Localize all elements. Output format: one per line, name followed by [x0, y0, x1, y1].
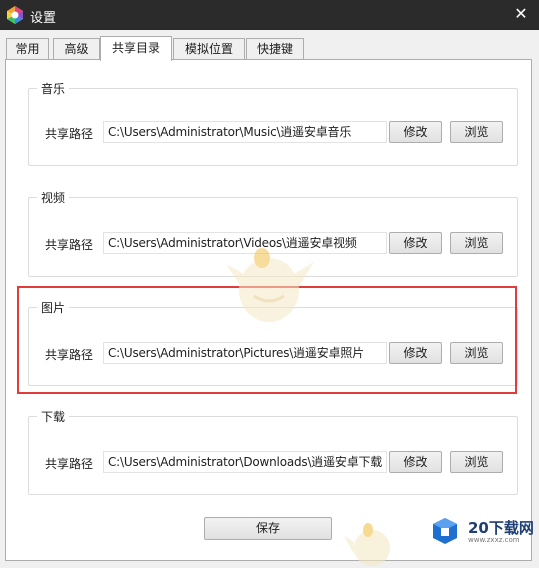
- pictures-modify-button[interactable]: 修改: [389, 342, 442, 364]
- site-watermark-url: www.zxxz.com: [468, 536, 520, 544]
- music-browse-button[interactable]: 浏览: [450, 121, 503, 143]
- downloads-path-label: 共享路径: [45, 457, 94, 471]
- tab-shared-folders[interactable]: 共享目录: [100, 36, 172, 61]
- tab-shortcuts[interactable]: 快捷键: [246, 38, 304, 59]
- close-icon[interactable]: ✕: [511, 4, 531, 24]
- site-logo-icon: [433, 518, 457, 544]
- downloads-modify-button[interactable]: 修改: [389, 451, 442, 473]
- app-logo-icon: [7, 6, 23, 24]
- downloads-browse-button[interactable]: 浏览: [450, 451, 503, 473]
- downloads-group: 下载 共享路径 C:\Users\Administrator\Downloads…: [28, 408, 518, 495]
- music-path-label: 共享路径: [45, 127, 94, 141]
- tab-common[interactable]: 常用: [6, 38, 49, 59]
- music-group-title: 音乐: [37, 80, 70, 97]
- pictures-path-field[interactable]: C:\Users\Administrator\Pictures\逍遥安卓照片: [103, 342, 387, 364]
- pictures-browse-button[interactable]: 浏览: [450, 342, 503, 364]
- downloads-group-title: 下载: [37, 408, 70, 425]
- save-button[interactable]: 保存: [204, 517, 332, 540]
- downloads-path-field[interactable]: C:\Users\Administrator\Downloads\逍遥安卓下载: [103, 451, 387, 473]
- pictures-path-label: 共享路径: [45, 348, 94, 362]
- video-browse-button[interactable]: 浏览: [450, 232, 503, 254]
- mascot-small-watermark-icon: [344, 523, 390, 566]
- music-path-field[interactable]: C:\Users\Administrator\Music\逍遥安卓音乐: [103, 121, 387, 143]
- window-title: 设置: [30, 11, 57, 26]
- video-modify-button[interactable]: 修改: [389, 232, 442, 254]
- tab-bar: 常用 高级 共享目录 模拟位置 快捷键: [0, 36, 539, 61]
- site-watermark-text: 20下载网: [468, 519, 534, 537]
- pictures-group-title: 图片: [37, 299, 70, 316]
- title-bar: 设置 ✕: [0, 0, 539, 30]
- tab-advanced[interactable]: 高级: [53, 38, 100, 59]
- music-group: 音乐 共享路径 C:\Users\Administrator\Music\逍遥安…: [28, 80, 518, 166]
- video-path-label: 共享路径: [45, 238, 94, 252]
- mascot-watermark-icon: [226, 248, 314, 322]
- video-group-title: 视频: [37, 189, 70, 206]
- tab-virtual-location[interactable]: 模拟位置: [173, 38, 245, 59]
- music-modify-button[interactable]: 修改: [389, 121, 442, 143]
